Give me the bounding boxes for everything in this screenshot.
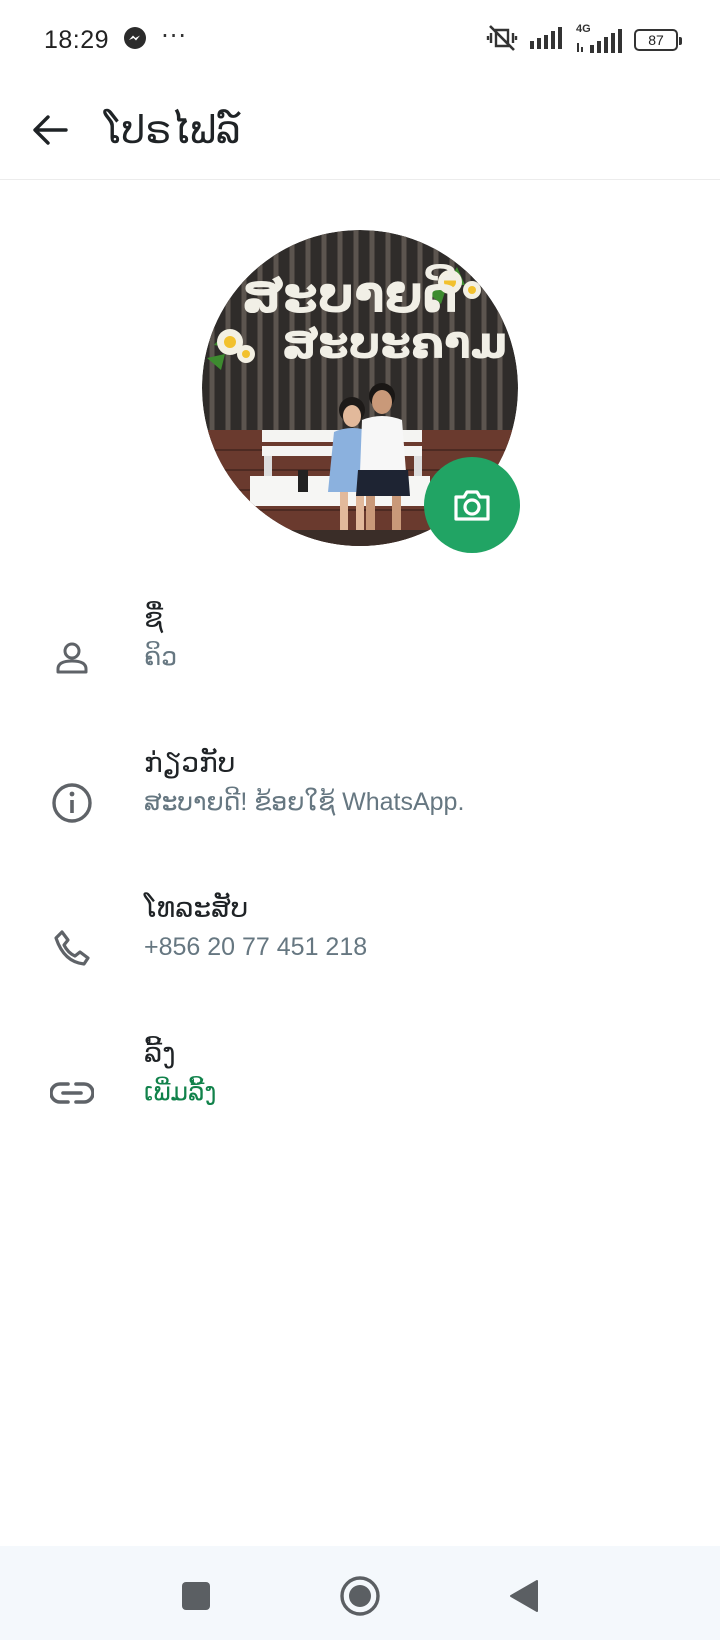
sign-text-line1: ສະບາຍດີ — [242, 263, 459, 324]
profile-photo-section: ສະບາຍດີ ສະບະຄາມ — [202, 230, 520, 553]
status-time: 18:29 — [44, 25, 110, 54]
phone-icon — [50, 926, 94, 970]
about-value: ສະບາຍດີ! ຂ້ອຍໃຊ້ WhatsApp. — [144, 788, 465, 816]
system-nav-bar — [0, 1546, 720, 1640]
app-bar: ໂປຣໄຟລ໌ — [0, 80, 720, 180]
links-label: ລີ້ງ — [144, 1036, 176, 1069]
about-label: ກ່ຽວກັບ — [144, 746, 236, 779]
mute-icon — [486, 24, 518, 56]
status-left: 18:29 ··· — [44, 22, 187, 55]
phone-value: +856 20 77 451 218 — [144, 933, 368, 961]
battery-icon: 87 — [634, 29, 682, 51]
links-text: ລີ້ງ ເພີ່ມລີ້ງ — [144, 1035, 216, 1109]
change-photo-button[interactable] — [424, 457, 520, 553]
camera-icon — [454, 490, 490, 521]
messenger-icon — [123, 26, 147, 54]
name-label: ຊື່ — [144, 601, 164, 634]
info-icon — [50, 781, 94, 825]
phone-text: ໂທລະສັບ +856 20 77 451 218 — [144, 890, 367, 964]
phone-row[interactable]: ໂທລະສັບ +856 20 77 451 218 — [0, 890, 720, 1000]
name-text: ຊື່ ຄິວ — [144, 600, 177, 674]
sign-text-line2: ສະບະຄາມ — [282, 318, 508, 369]
about-row[interactable]: ກ່ຽວກັບ ສະບາຍດີ! ຂ້ອຍໃຊ້ WhatsApp. — [0, 745, 720, 855]
signal-icon — [530, 27, 564, 53]
home-circle-icon — [340, 1576, 380, 1616]
triangle-back-icon — [510, 1580, 538, 1612]
page-title: ໂປຣໄຟລ໌ — [104, 107, 241, 152]
link-icon — [50, 1071, 94, 1115]
back-button[interactable] — [0, 80, 100, 180]
name-row[interactable]: ຊື່ ຄິວ — [0, 600, 720, 710]
name-value: ຄິວ — [144, 643, 178, 671]
status-right: 4G 87 — [486, 23, 682, 56]
phone-label: ໂທລະສັບ — [144, 891, 249, 924]
add-link-button[interactable]: ເພີ່ມລີ້ງ — [144, 1075, 216, 1109]
more-notifications-icon: ··· — [161, 22, 187, 50]
home-button[interactable] — [330, 1566, 390, 1626]
about-text: ກ່ຽວກັບ ສະບາຍດີ! ຂ້ອຍໃຊ້ WhatsApp. — [144, 745, 464, 819]
person-icon — [50, 636, 94, 680]
back-nav-button[interactable] — [494, 1566, 554, 1626]
recent-apps-button[interactable] — [166, 1566, 226, 1626]
signal-4g-icon: 4G — [576, 23, 622, 53]
arrow-left-icon — [33, 114, 68, 145]
links-row[interactable]: ລີ້ງ ເພີ່ມລີ້ງ — [0, 1035, 720, 1145]
square-icon — [182, 1582, 210, 1610]
status-bar: 18:29 ··· 4G 87 — [0, 0, 720, 80]
